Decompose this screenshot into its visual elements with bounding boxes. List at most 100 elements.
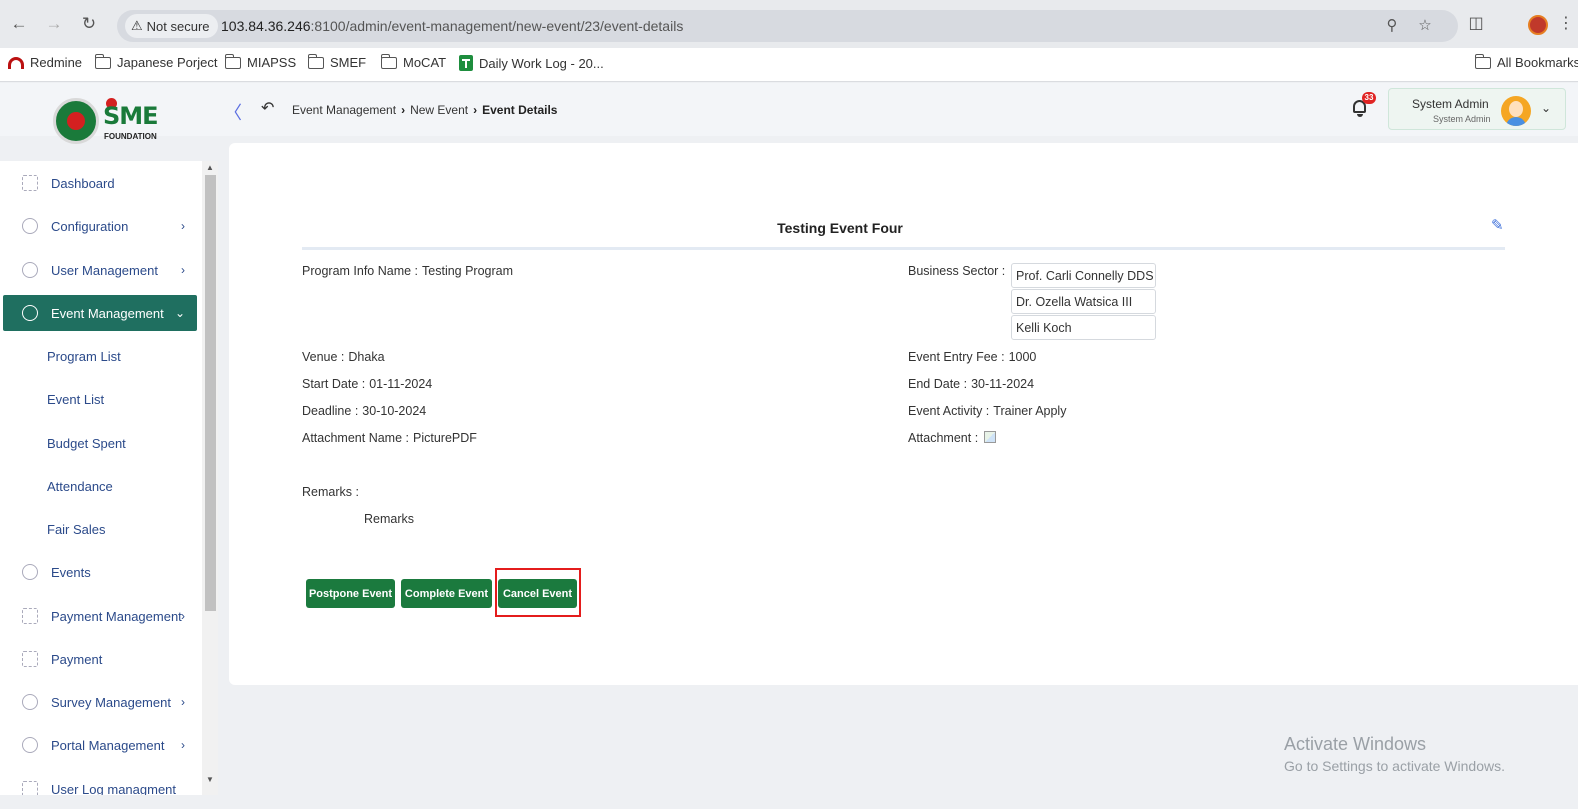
folder-icon bbox=[94, 53, 111, 69]
sidebar-item-user-log-management[interactable]: User Log managment bbox=[3, 771, 197, 795]
sidebar-item-payment[interactable]: Payment bbox=[3, 641, 197, 677]
field-value: Testing Program bbox=[422, 264, 514, 278]
avatar bbox=[1501, 96, 1531, 126]
money-icon bbox=[22, 651, 38, 667]
dashboard-icon bbox=[22, 175, 38, 191]
sidebar-item-label: Configuration bbox=[51, 218, 129, 234]
remarks-field: Remarks : bbox=[302, 485, 359, 499]
sidebar-item-label: Payment bbox=[51, 651, 103, 667]
profile-avatar-icon[interactable] bbox=[1528, 15, 1548, 35]
field-label: Attachment Name : bbox=[302, 431, 409, 445]
bookmark-redmine[interactable]: Redmine bbox=[8, 55, 82, 70]
address-bar[interactable]: ⚠ Not secure 103.84.36.246:8100/admin/ev… bbox=[117, 10, 1458, 42]
chevron-right-icon: › bbox=[181, 263, 185, 277]
sidebar-scrollbar[interactable]: ▲ ▼ bbox=[202, 161, 218, 795]
sidebar: Dashboard Configuration › User Managemen… bbox=[0, 161, 202, 795]
sidebar-item-configuration[interactable]: Configuration › bbox=[3, 208, 197, 244]
bookmark-all-bookmarks[interactable]: All Bookmarks bbox=[1474, 53, 1578, 70]
event-activity-field: Event Activity : Trainer Apply bbox=[908, 404, 1066, 418]
chevron-down-icon[interactable]: ⌄ bbox=[1541, 101, 1551, 115]
folder-icon bbox=[224, 53, 241, 69]
sme-foundation-logo[interactable]: SME FOUNDATION bbox=[53, 98, 168, 144]
sidebar-item-payment-management[interactable]: Payment Management › bbox=[3, 598, 197, 634]
money-icon bbox=[22, 608, 38, 624]
redmine-icon bbox=[8, 56, 24, 69]
bangladesh-seal-icon bbox=[53, 98, 99, 144]
sidebar-item-label: Dashboard bbox=[51, 175, 115, 191]
cancel-button-highlight bbox=[495, 568, 581, 617]
sidebar-item-dashboard[interactable]: Dashboard bbox=[3, 165, 197, 201]
bookmark-label: MIAPSS bbox=[247, 55, 297, 70]
list-item: Prof. Carli Connelly DDS bbox=[1011, 263, 1156, 288]
chevron-right-icon: › bbox=[181, 695, 185, 709]
security-label: Not secure bbox=[146, 18, 210, 34]
bookmark-label: Redmine bbox=[30, 55, 83, 70]
spreadsheet-icon bbox=[459, 55, 473, 71]
edit-icon[interactable]: ✎ bbox=[1491, 218, 1507, 234]
url-host: 103.84.36.246 bbox=[221, 18, 311, 34]
back-icon[interactable]: ← bbox=[9, 14, 29, 34]
scroll-down-icon[interactable]: ▼ bbox=[206, 775, 214, 784]
folder-icon bbox=[1474, 53, 1491, 69]
watermark-line1: Activate Windows bbox=[1284, 734, 1427, 754]
sidebar-collapse-icon[interactable]: 〈 bbox=[224, 99, 242, 125]
sidebar-subitem-program-list[interactable]: Program List bbox=[47, 349, 121, 364]
sidebar-subitem-event-list[interactable]: Event List bbox=[47, 392, 104, 407]
browser-toolbar: ← → ↻ ⚠ Not secure 103.84.36.246:8100/ad… bbox=[0, 0, 1578, 48]
breadcrumb-event-management[interactable]: Event Management bbox=[292, 103, 396, 117]
entry-fee-field: Event Entry Fee :1000 bbox=[908, 350, 1036, 364]
complete-event-button[interactable]: Complete Event bbox=[401, 579, 492, 608]
security-indicator[interactable]: ⚠ Not secure bbox=[125, 14, 218, 38]
url-path: :8100/admin/event-management/new-event/2… bbox=[310, 18, 684, 34]
bookmark-miapss[interactable]: MIAPSS bbox=[224, 53, 297, 70]
scrollbar-thumb[interactable] bbox=[205, 175, 216, 611]
field-label: Business Sector : bbox=[908, 264, 1006, 278]
reload-icon[interactable]: ↻ bbox=[79, 14, 99, 34]
broken-image-icon[interactable] bbox=[984, 431, 997, 443]
sidebar-subitem-fair-sales[interactable]: Fair Sales bbox=[47, 522, 106, 537]
notification-badge: 33 bbox=[1362, 92, 1376, 104]
menu-icon[interactable]: ⋮ bbox=[1556, 14, 1576, 34]
field-value: 01-11-2024 bbox=[369, 377, 433, 391]
lock-icon bbox=[22, 564, 38, 580]
user-menu[interactable]: System Admin System Admin ⌄ bbox=[1388, 88, 1566, 130]
bookmark-mocat[interactable]: MoCAT bbox=[380, 53, 446, 70]
extensions-icon[interactable]: ◫ bbox=[1466, 14, 1486, 34]
sidebar-subitem-budget-spent[interactable]: Budget Spent bbox=[47, 436, 126, 451]
back-arrow-icon[interactable]: ↶ bbox=[261, 98, 274, 118]
end-date-field: End Date :30-11-2024 bbox=[908, 377, 1034, 391]
breadcrumb-event-details: Event Details bbox=[482, 103, 558, 117]
sidebar-item-events[interactable]: Events bbox=[3, 554, 197, 590]
field-label: Event Entry Fee : bbox=[908, 350, 1005, 364]
bookmark-japanese-project[interactable]: Japanese Porject bbox=[94, 53, 217, 70]
user-role: System Admin bbox=[1433, 114, 1491, 124]
sidebar-item-portal-management[interactable]: Portal Management › bbox=[3, 727, 197, 763]
forward-icon[interactable]: → bbox=[44, 14, 64, 34]
bookmark-label: Daily Work Log - 20... bbox=[479, 55, 604, 71]
breadcrumb: Event Management › New Event › Event Det… bbox=[292, 103, 557, 117]
sidebar-item-label: Survey Management bbox=[51, 694, 171, 710]
pie-chart-icon bbox=[22, 694, 38, 710]
sidebar-item-survey-management[interactable]: Survey Management › bbox=[3, 684, 197, 720]
breadcrumb-new-event[interactable]: New Event bbox=[410, 103, 468, 117]
watermark-line2: Go to Settings to activate Windows. bbox=[1284, 758, 1505, 774]
postpone-event-button[interactable]: Postpone Event bbox=[306, 579, 395, 608]
chevron-right-icon: › bbox=[181, 738, 185, 752]
field-value: 30-10-2024 bbox=[362, 404, 427, 418]
field-value: PicturePDF bbox=[413, 431, 477, 445]
star-icon[interactable]: ☆ bbox=[1416, 17, 1434, 35]
bookmark-smef[interactable]: SMEF bbox=[307, 53, 366, 70]
bookmark-daily-work-log[interactable]: Daily Work Log - 20... bbox=[459, 55, 604, 71]
field-value: Trainer Apply bbox=[993, 404, 1067, 418]
page-title: Testing Event Four bbox=[777, 220, 903, 236]
sidebar-item-user-management[interactable]: User Management › bbox=[3, 252, 197, 288]
sidebar-item-event-management[interactable]: Event Management ⌄ bbox=[3, 295, 197, 331]
scroll-up-icon[interactable]: ▲ bbox=[206, 163, 214, 172]
field-label: Event Activity : bbox=[908, 404, 990, 418]
field-label: Remarks : bbox=[302, 485, 359, 499]
url-text[interactable]: 103.84.36.246:8100/admin/event-managemen… bbox=[221, 18, 683, 34]
sidebar-subitem-attendance[interactable]: Attendance bbox=[47, 479, 113, 494]
sidebar-item-label: Portal Management bbox=[51, 737, 165, 753]
zoom-icon[interactable]: ⚲ bbox=[1383, 17, 1401, 35]
deadline-field: Deadline :30-10-2024 bbox=[302, 404, 426, 418]
